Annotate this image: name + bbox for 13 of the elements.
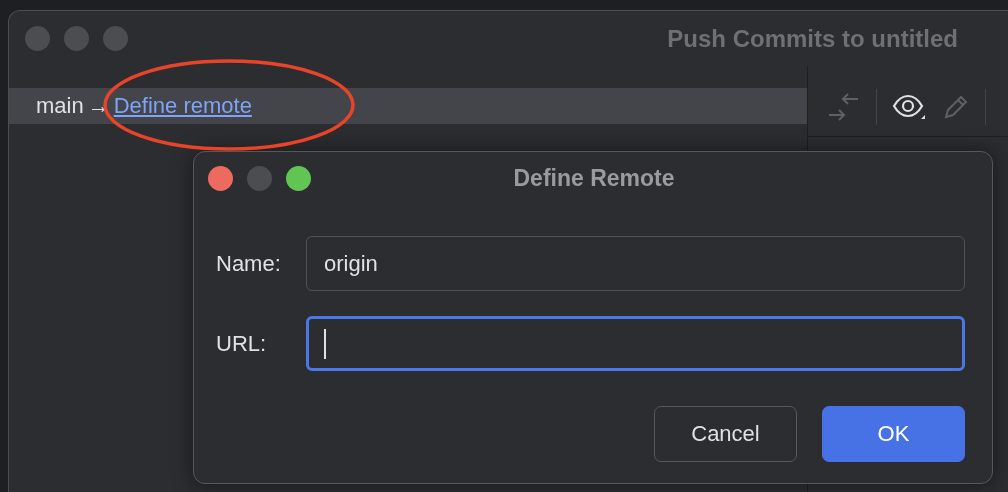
window-title: Push Commits to untitled (667, 24, 958, 53)
cancel-button[interactable]: Cancel (654, 406, 797, 462)
define-remote-link[interactable]: Define remote (113, 93, 252, 119)
input-field[interactable]: origin (306, 236, 965, 291)
field-label: Name: (216, 250, 282, 277)
field-label: URL: (216, 330, 268, 357)
window-control-icon[interactable] (286, 165, 311, 191)
branch-name: main (36, 93, 84, 119)
ok-button[interactable]: OK (822, 406, 965, 462)
text-caret (324, 328, 326, 359)
input-field[interactable] (306, 316, 965, 371)
window-control-icon[interactable] (208, 165, 233, 191)
dialog-title: Define Remote (513, 164, 675, 192)
